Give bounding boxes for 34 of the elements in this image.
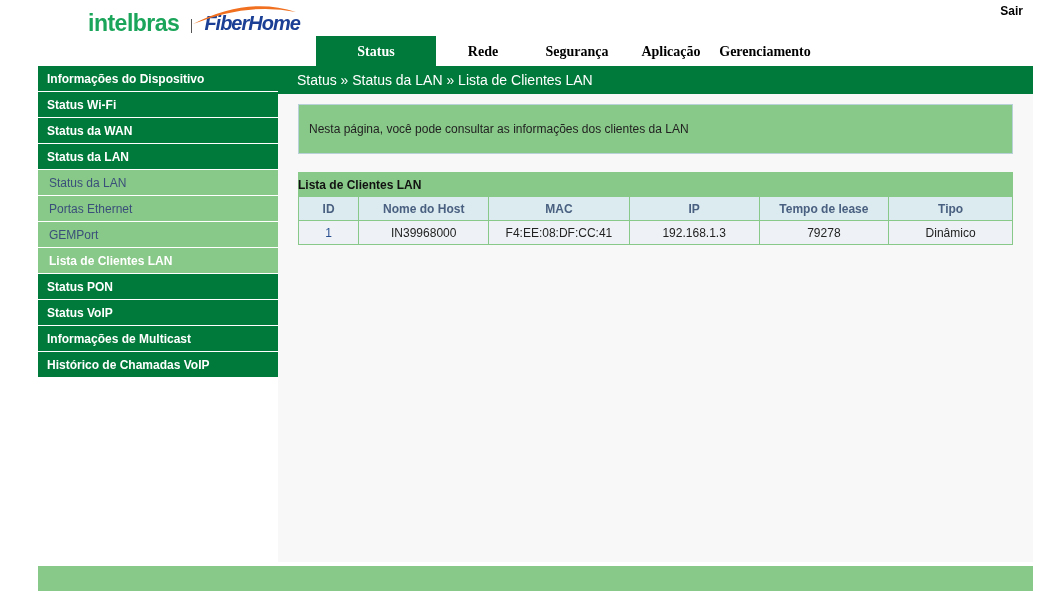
logout-link[interactable]: Sair (1000, 4, 1023, 18)
sidebar-item[interactable]: Informações de Multicast (38, 326, 278, 352)
column-header: ID (298, 196, 359, 221)
sidebar-item[interactable]: Informações do Dispositivo (38, 66, 278, 92)
sidebar-item[interactable]: Status VoIP (38, 300, 278, 326)
sidebar-item[interactable]: GEMPort (38, 222, 278, 248)
sidebar-item[interactable]: Histórico de Chamadas VoIP (38, 352, 278, 378)
table-cell: 1 (298, 220, 359, 245)
column-header: Tipo (888, 196, 1013, 221)
sidebar-item[interactable]: Status da WAN (38, 118, 278, 144)
nav-tab[interactable]: Segurança (530, 36, 624, 66)
column-header: IP (629, 196, 760, 221)
sidebar-item[interactable]: Portas Ethernet (38, 196, 278, 222)
column-header: Tempo de lease (759, 196, 889, 221)
sidebar-item[interactable]: Status da LAN (38, 144, 278, 170)
table-cell: F4:EE:08:DF:CC:41 (488, 220, 630, 245)
table-cell: IN39968000 (358, 220, 489, 245)
nav-tab[interactable]: Aplicação (624, 36, 718, 66)
sidebar-item[interactable]: Status Wi-Fi (38, 92, 278, 118)
nav-tab[interactable]: Status (316, 36, 436, 66)
table-cell: 79278 (759, 220, 889, 245)
column-header: MAC (488, 196, 630, 221)
table-cell: 192.168.1.3 (629, 220, 760, 245)
info-panel: Nesta página, você pode consultar as informações dos clientes da LAN (298, 104, 1013, 154)
sidebar-item[interactable]: Status PON (38, 274, 278, 300)
breadcrumb: Status » Status da LAN » Lista de Clientes LAN (278, 66, 1033, 94)
sidebar-item[interactable]: Status da LAN (38, 170, 278, 196)
table-cell: Dinâmico (888, 220, 1013, 245)
column-header: Nome do Host (358, 196, 489, 221)
nav-tab[interactable]: Gerenciamento (718, 36, 812, 66)
fiberhome-logo: FiberHome (204, 12, 300, 35)
table-title: Lista de Clientes LAN (298, 172, 1013, 196)
intelbras-logo: intelbras (88, 10, 180, 37)
nav-tab[interactable]: Rede (436, 36, 530, 66)
